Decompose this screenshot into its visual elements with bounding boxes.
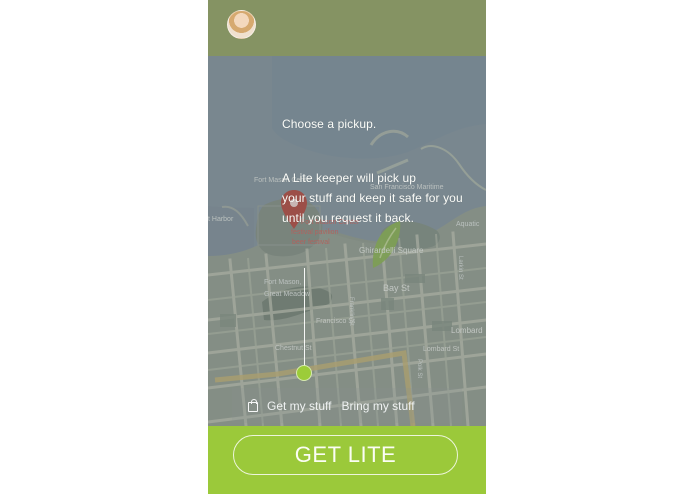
top-bar [208, 0, 486, 56]
mobile-screen: Fort Mason Center Fort Mason Center fest… [208, 0, 486, 494]
get-my-stuff-option[interactable]: Get my stuff [248, 388, 331, 423]
message-line-2: your stuff and keep it safe for you [282, 191, 463, 205]
bottom-action-panel: GET LITE [208, 426, 486, 494]
pickup-message: Choose a pickup. A Lite keeper will pick… [282, 114, 472, 228]
message-line-1: A Lite keeper will pick up [282, 171, 417, 185]
message-line-3: until you request it back. [282, 211, 415, 225]
user-avatar[interactable] [227, 10, 256, 39]
mode-selector: Get my stuff Bring my stuff [232, 388, 462, 423]
bring-my-stuff-label: Bring my stuff [341, 398, 415, 413]
pickup-dot-icon[interactable] [296, 365, 312, 381]
map-overlay [208, 56, 486, 426]
pickup-connector-line [304, 268, 305, 372]
get-lite-button[interactable]: GET LITE [233, 435, 458, 475]
bag-icon [248, 398, 258, 412]
message-heading: Choose a pickup. [282, 117, 377, 131]
get-my-stuff-label: Get my stuff [267, 398, 332, 413]
bring-my-stuff-option[interactable]: Bring my stuff [341, 388, 414, 423]
